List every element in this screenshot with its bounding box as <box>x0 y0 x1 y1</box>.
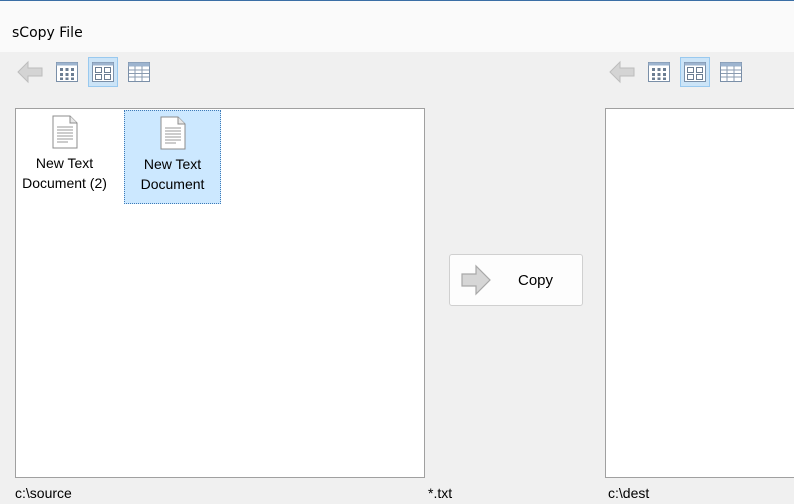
destination-toolbar <box>606 52 752 92</box>
source-details-view-button[interactable] <box>124 57 154 87</box>
destination-medium-icons-button[interactable] <box>680 57 710 87</box>
medium-icons-view-icon <box>92 62 114 82</box>
source-large-icons-button[interactable] <box>52 57 82 87</box>
medium-icons-view-icon <box>684 62 706 82</box>
file-item[interactable]: New Text Document (2) <box>16 110 113 204</box>
file-item-selected[interactable]: New Text Document <box>124 110 221 204</box>
back-arrow-icon <box>609 60 635 84</box>
destination-back-button[interactable] <box>606 57 638 87</box>
source-toolbar <box>14 52 160 92</box>
title-bar: sCopy File <box>0 0 794 52</box>
details-view-icon <box>720 62 742 82</box>
text-document-icon <box>52 115 77 149</box>
copy-button[interactable]: Copy <box>449 254 583 306</box>
filter-pattern[interactable]: *.txt <box>428 482 452 504</box>
forward-arrow-icon <box>461 264 491 296</box>
source-back-button[interactable] <box>14 57 46 87</box>
source-file-list[interactable]: New Text Document (2) New Text Document <box>15 108 425 478</box>
back-arrow-icon <box>17 60 43 84</box>
destination-details-view-button[interactable] <box>716 57 746 87</box>
destination-large-icons-button[interactable] <box>644 57 674 87</box>
large-icons-view-icon <box>56 62 78 82</box>
destination-file-list[interactable] <box>605 108 794 478</box>
destination-path: c:\dest <box>608 485 650 501</box>
copy-button-label: Copy <box>518 271 554 289</box>
window-title: sCopy File <box>12 25 83 41</box>
source-medium-icons-button[interactable] <box>88 57 118 87</box>
file-name: New Text Document <box>140 156 205 192</box>
source-path: c:\source <box>15 485 72 501</box>
file-name: New Text Document (2) <box>22 155 107 191</box>
details-view-icon <box>128 62 150 82</box>
text-document-icon <box>160 116 185 150</box>
large-icons-view-icon <box>648 62 670 82</box>
